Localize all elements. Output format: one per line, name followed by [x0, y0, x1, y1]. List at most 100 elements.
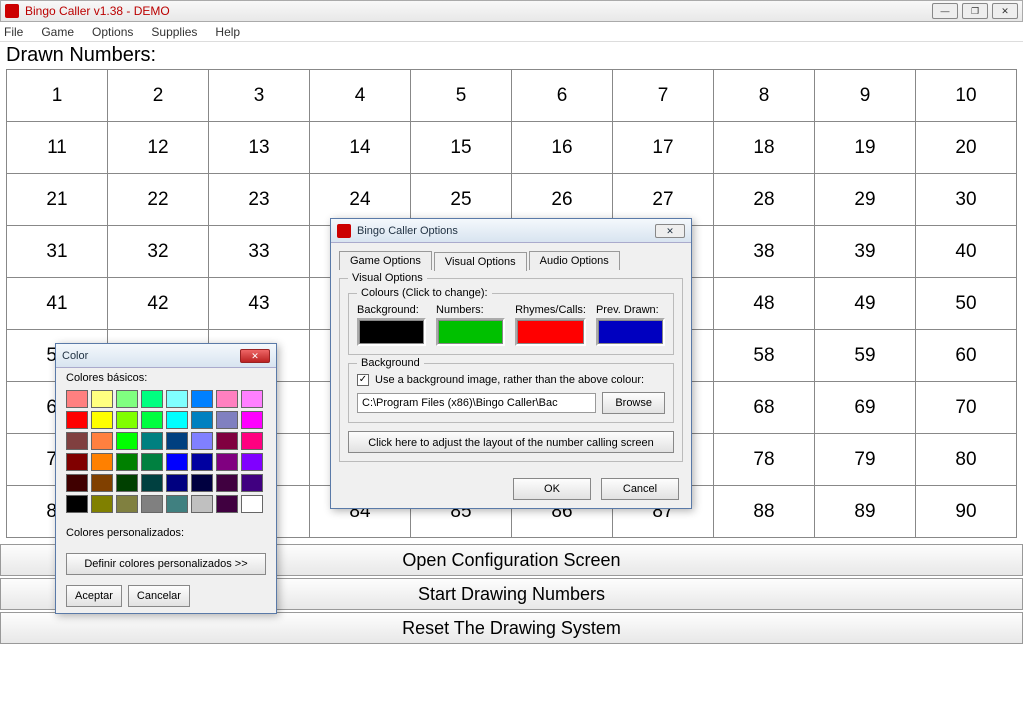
color-cell[interactable] — [66, 453, 88, 471]
bingo-cell[interactable]: 23 — [209, 174, 310, 226]
bingo-cell[interactable]: 20 — [916, 122, 1017, 174]
color-cell[interactable] — [91, 453, 113, 471]
bingo-cell[interactable]: 2 — [108, 70, 209, 122]
color-cell[interactable] — [191, 411, 213, 429]
color-cell[interactable] — [91, 432, 113, 450]
color-cell[interactable] — [91, 390, 113, 408]
bingo-cell[interactable]: 21 — [7, 174, 108, 226]
bingo-cell[interactable]: 4 — [310, 70, 411, 122]
adjust-layout-button[interactable]: Click here to adjust the layout of the n… — [348, 431, 674, 453]
reset-button[interactable]: Reset The Drawing System — [0, 612, 1023, 644]
bingo-cell[interactable]: 16 — [512, 122, 613, 174]
close-button[interactable]: ✕ — [992, 3, 1018, 19]
bingo-cell[interactable]: 5 — [411, 70, 512, 122]
color-cell[interactable] — [241, 432, 263, 450]
bingo-cell[interactable]: 90 — [916, 486, 1017, 538]
bingo-cell[interactable]: 50 — [916, 278, 1017, 330]
color-cell[interactable] — [216, 495, 238, 513]
color-cell[interactable] — [141, 411, 163, 429]
bingo-cell[interactable]: 14 — [310, 122, 411, 174]
bingo-cell[interactable]: 48 — [714, 278, 815, 330]
color-cell[interactable] — [141, 474, 163, 492]
color-cell[interactable] — [141, 390, 163, 408]
minimize-button[interactable]: — — [932, 3, 958, 19]
color-cell[interactable] — [166, 474, 188, 492]
options-ok-button[interactable]: OK — [513, 478, 591, 500]
color-cell[interactable] — [191, 432, 213, 450]
bingo-cell[interactable]: 49 — [815, 278, 916, 330]
color-cell[interactable] — [216, 474, 238, 492]
color-cell[interactable] — [241, 495, 263, 513]
color-cancel-button[interactable]: Cancelar — [128, 585, 190, 607]
bingo-cell[interactable]: 12 — [108, 122, 209, 174]
color-cell[interactable] — [66, 474, 88, 492]
color-cell[interactable] — [166, 432, 188, 450]
bingo-cell[interactable]: 69 — [815, 382, 916, 434]
menu-options[interactable]: Options — [92, 25, 133, 39]
bingo-cell[interactable]: 7 — [613, 70, 714, 122]
color-cell[interactable] — [141, 453, 163, 471]
bingo-cell[interactable]: 79 — [815, 434, 916, 486]
bingo-cell[interactable]: 58 — [714, 330, 815, 382]
bingo-cell[interactable]: 42 — [108, 278, 209, 330]
bingo-cell[interactable]: 30 — [916, 174, 1017, 226]
color-cell[interactable] — [191, 474, 213, 492]
bingo-cell[interactable]: 15 — [411, 122, 512, 174]
bingo-cell[interactable]: 18 — [714, 122, 815, 174]
bingo-cell[interactable]: 80 — [916, 434, 1017, 486]
color-cell[interactable] — [116, 495, 138, 513]
color-accept-button[interactable]: Aceptar — [66, 585, 122, 607]
define-custom-colors-button[interactable]: Definir colores personalizados >> — [66, 553, 266, 575]
tab-visual-options[interactable]: Visual Options — [434, 252, 527, 271]
bingo-cell[interactable]: 41 — [7, 278, 108, 330]
color-cell[interactable] — [216, 411, 238, 429]
color-cell[interactable] — [191, 390, 213, 408]
color-cell[interactable] — [141, 432, 163, 450]
menu-supplies[interactable]: Supplies — [151, 25, 197, 39]
color-cell[interactable] — [166, 411, 188, 429]
bingo-cell[interactable]: 11 — [7, 122, 108, 174]
bg-color-swatch[interactable] — [357, 318, 426, 346]
color-cell[interactable] — [116, 411, 138, 429]
color-cell[interactable] — [241, 474, 263, 492]
color-cell[interactable] — [66, 432, 88, 450]
color-cell[interactable] — [66, 390, 88, 408]
bingo-cell[interactable]: 60 — [916, 330, 1017, 382]
bingo-cell[interactable]: 38 — [714, 226, 815, 278]
color-cell[interactable] — [91, 474, 113, 492]
color-cell[interactable] — [66, 411, 88, 429]
color-cell[interactable] — [166, 390, 188, 408]
numbers-color-swatch[interactable] — [436, 318, 505, 346]
color-cell[interactable] — [191, 453, 213, 471]
color-cell[interactable] — [216, 390, 238, 408]
options-close-button[interactable]: ✕ — [655, 224, 685, 238]
color-cell[interactable] — [166, 453, 188, 471]
bingo-cell[interactable]: 68 — [714, 382, 815, 434]
tab-audio-options[interactable]: Audio Options — [529, 251, 620, 270]
color-cell[interactable] — [116, 432, 138, 450]
bingo-cell[interactable]: 32 — [108, 226, 209, 278]
menu-help[interactable]: Help — [215, 25, 240, 39]
bg-path-input[interactable] — [357, 393, 596, 413]
color-cell[interactable] — [141, 495, 163, 513]
bingo-cell[interactable]: 22 — [108, 174, 209, 226]
color-cell[interactable] — [166, 495, 188, 513]
bingo-cell[interactable]: 6 — [512, 70, 613, 122]
browse-button[interactable]: Browse — [602, 392, 665, 414]
bingo-cell[interactable]: 19 — [815, 122, 916, 174]
bingo-cell[interactable]: 70 — [916, 382, 1017, 434]
color-cell[interactable] — [241, 453, 263, 471]
bingo-cell[interactable]: 39 — [815, 226, 916, 278]
bingo-cell[interactable]: 33 — [209, 226, 310, 278]
color-cell[interactable] — [91, 411, 113, 429]
menu-file[interactable]: File — [4, 25, 23, 39]
use-bg-image-checkbox[interactable]: ✓ — [357, 374, 369, 386]
bingo-cell[interactable]: 40 — [916, 226, 1017, 278]
bingo-cell[interactable]: 10 — [916, 70, 1017, 122]
bingo-cell[interactable]: 78 — [714, 434, 815, 486]
color-cell[interactable] — [241, 390, 263, 408]
bingo-cell[interactable]: 31 — [7, 226, 108, 278]
color-cell[interactable] — [241, 411, 263, 429]
color-cell[interactable] — [91, 495, 113, 513]
color-cell[interactable] — [66, 495, 88, 513]
